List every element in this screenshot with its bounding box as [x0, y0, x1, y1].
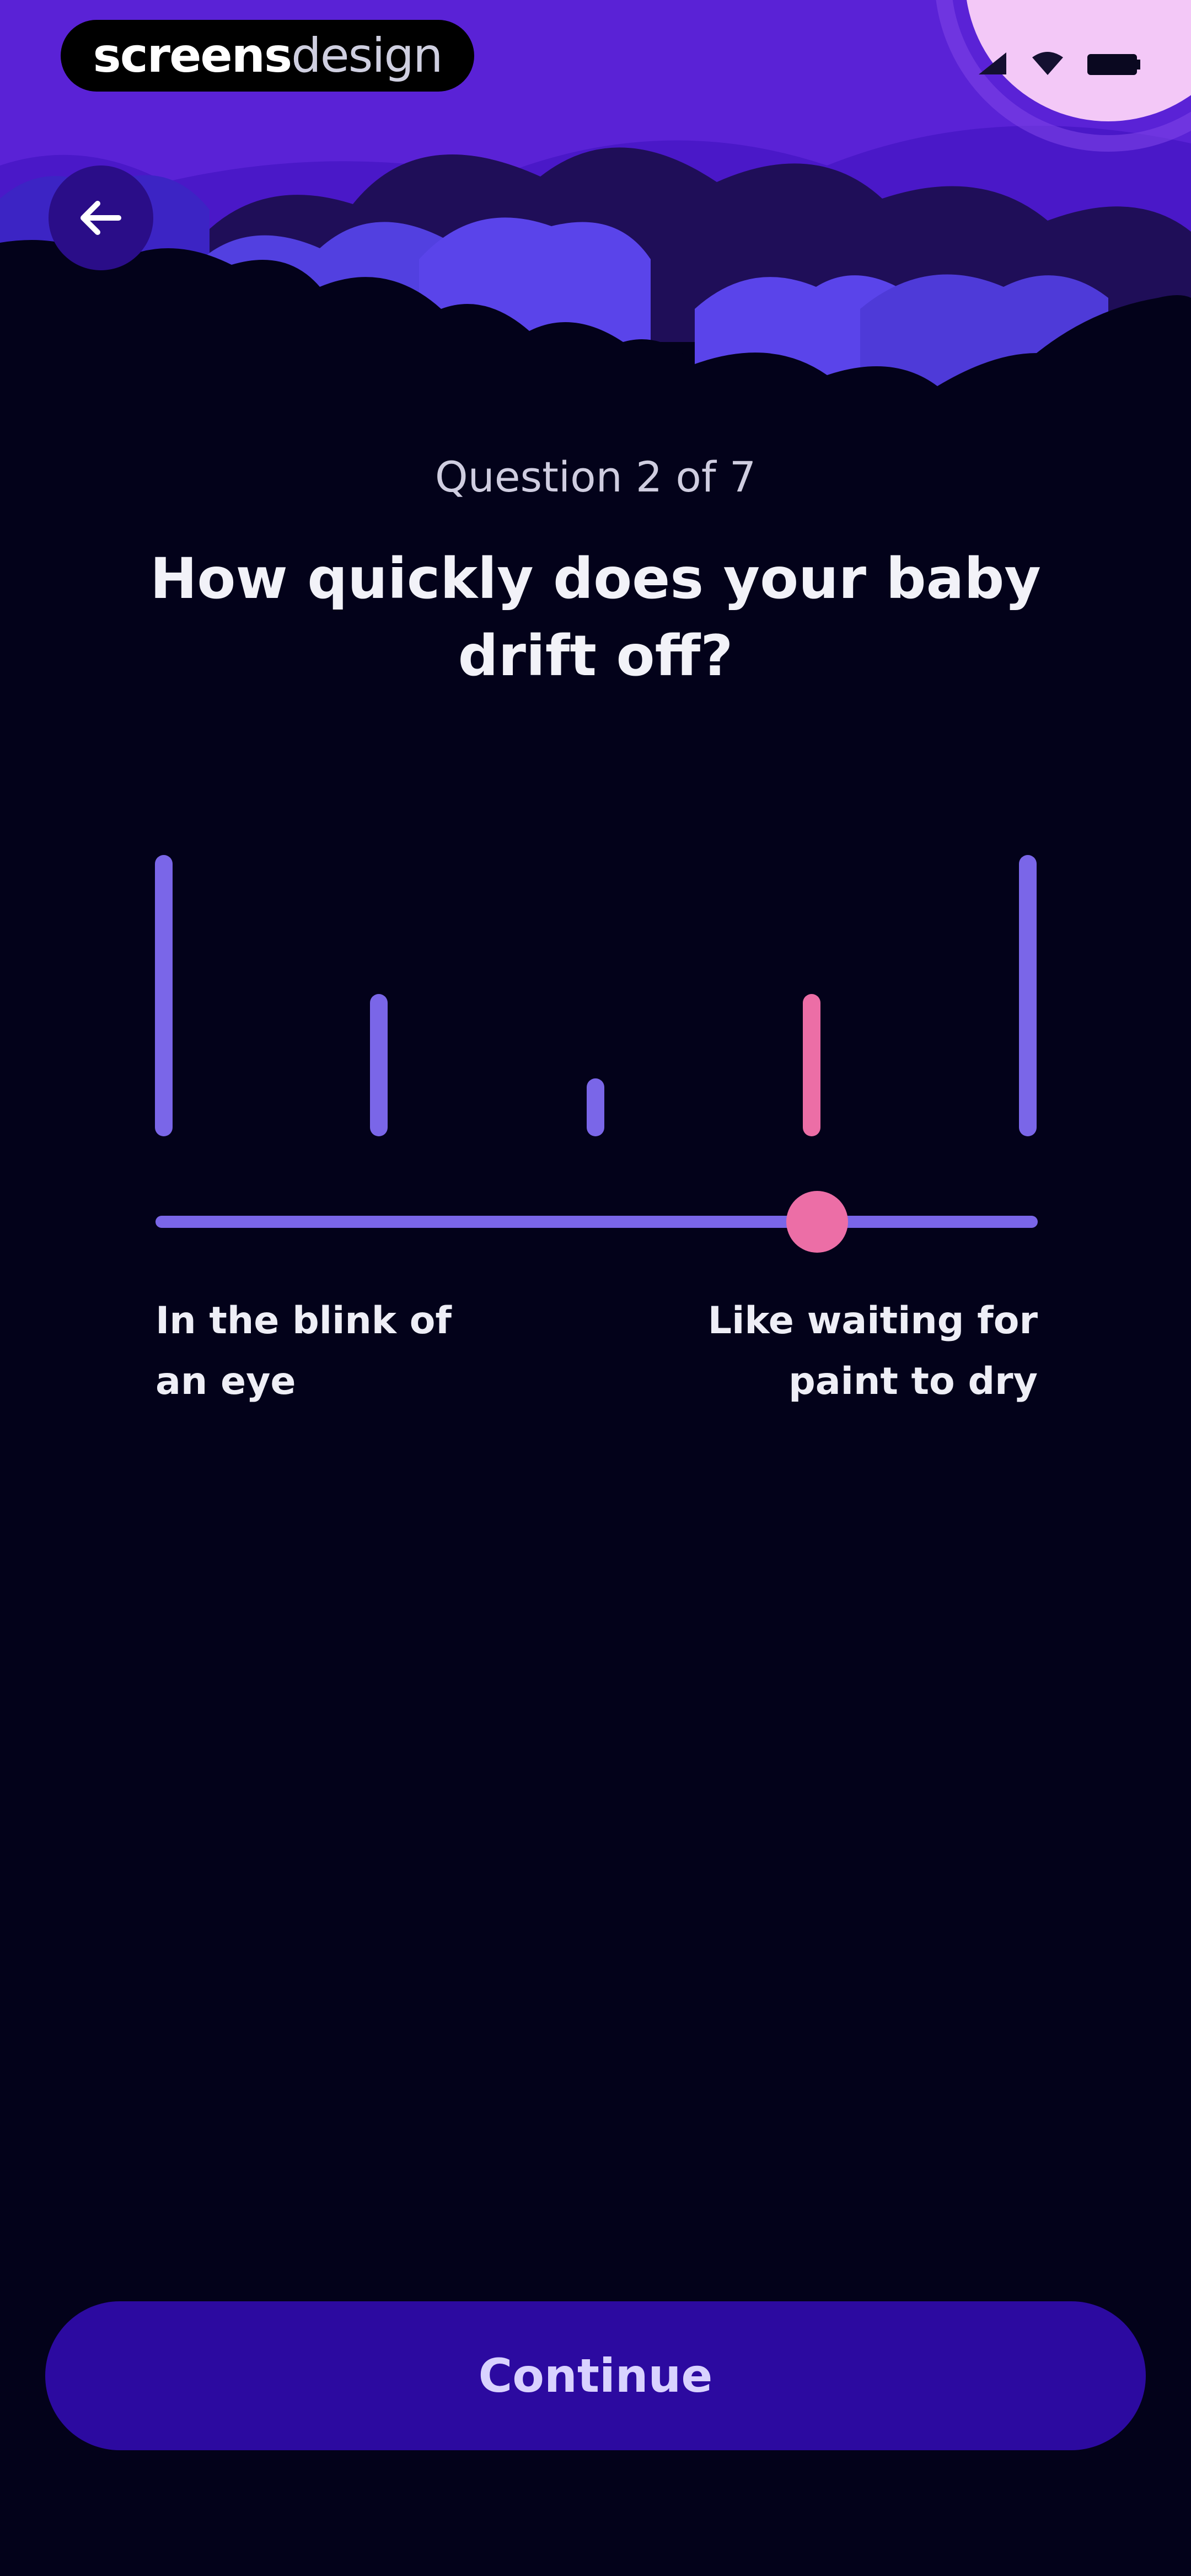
step-bar: [155, 855, 173, 1136]
sleep-speed-slider[interactable]: [155, 1186, 1038, 1258]
onboarding-screen: screens design Question 2 of 7 How quickl…: [0, 0, 1191, 2576]
step-bar: [370, 994, 388, 1136]
watermark-brand-light: design: [291, 28, 443, 83]
slider-max-label: Like waiting for paint to dry: [707, 1299, 1038, 1403]
watermark-brand-strong: screens: [93, 28, 293, 83]
step-bar: [1019, 855, 1037, 1136]
signal-icon: [979, 52, 1006, 74]
question-progress: Question 2 of 7: [434, 452, 757, 501]
step-bar: [587, 1078, 604, 1136]
continue-button[interactable]: Continue: [45, 2301, 1146, 2450]
slider-min-label: In the blink of an eye: [155, 1299, 452, 1403]
battery-icon: [1087, 54, 1140, 75]
slider-thumb[interactable]: [786, 1191, 848, 1253]
question-title: How quickly does your baby drift off?: [150, 546, 1041, 689]
screensdesign-watermark: screens design: [61, 20, 474, 92]
back-button[interactable]: [49, 165, 153, 270]
wifi-icon: [1032, 52, 1063, 75]
step-bar-selected: [803, 994, 820, 1136]
status-bar: [976, 50, 1141, 77]
slider-track[interactable]: [155, 1216, 1038, 1228]
arrow-left-icon: [81, 201, 121, 235]
